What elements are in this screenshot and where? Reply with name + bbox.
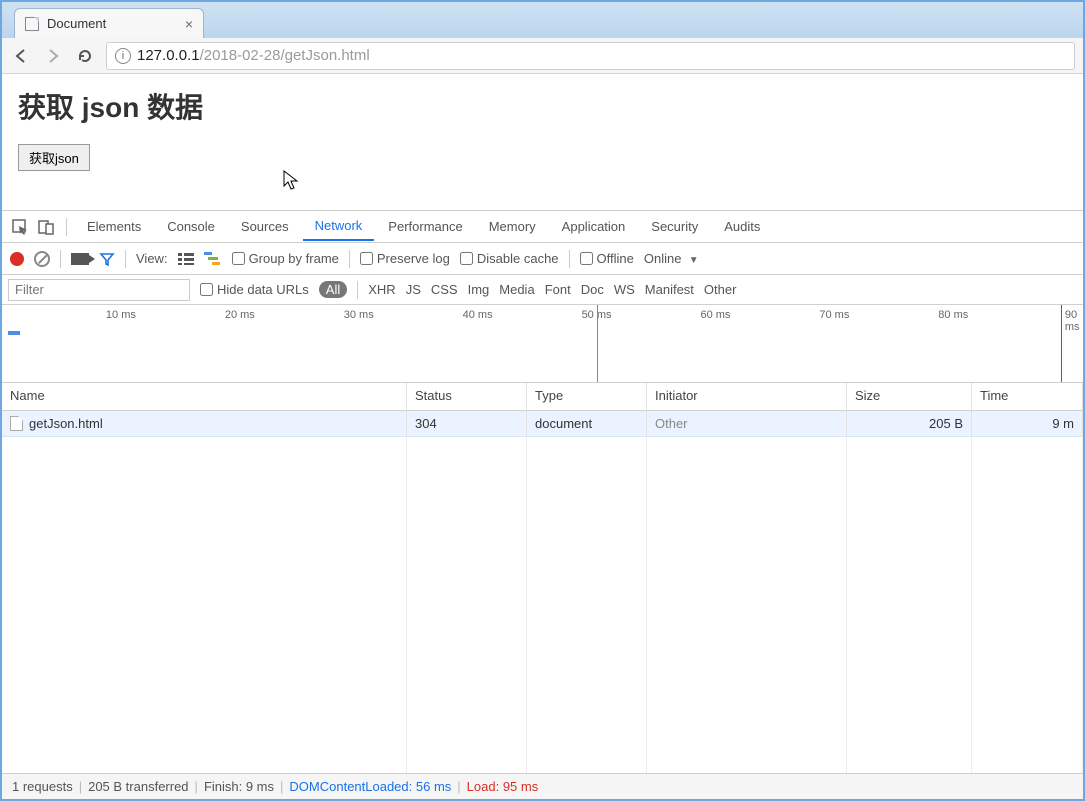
tab-application[interactable]: Application (550, 213, 638, 240)
tab-security[interactable]: Security (639, 213, 710, 240)
cell-time: 9 m (972, 411, 1083, 436)
document-icon (10, 416, 23, 431)
network-filter-bar: Hide data URLs All XHR JS CSS Img Media … (2, 275, 1083, 305)
filter-css[interactable]: CSS (431, 282, 458, 297)
url-host: 127.0.0.1 (137, 47, 200, 64)
waterfall-view-icon[interactable] (204, 252, 222, 266)
cell-size: 205 B (847, 411, 972, 436)
filter-toggle-icon[interactable] (99, 251, 115, 267)
cell-type: document (527, 411, 647, 436)
tab-audits[interactable]: Audits (712, 213, 772, 240)
tab-console[interactable]: Console (155, 213, 227, 240)
reload-button[interactable] (74, 45, 96, 67)
forward-button[interactable] (42, 45, 64, 67)
cell-initiator: Other (647, 411, 847, 436)
network-request-table: Name Status Type Initiator Size Time get… (2, 383, 1083, 773)
table-row[interactable]: getJson.html 304 document Other 205 B 9 … (2, 411, 1083, 437)
network-timeline[interactable]: 10 ms 20 ms 30 ms 40 ms 50 ms 60 ms 70 m… (2, 305, 1083, 383)
filter-ws[interactable]: WS (614, 282, 635, 297)
sb-transferred: 205 B transferred (88, 779, 188, 794)
large-rows-icon[interactable] (178, 253, 194, 265)
tab-title: Document (47, 16, 106, 31)
preserve-log-checkbox[interactable]: Preserve log (360, 251, 450, 266)
devtools-tabbar: Elements Console Sources Network Perform… (2, 211, 1083, 243)
clear-button[interactable] (34, 251, 50, 267)
url-path: /2018-02-28/getJson.html (200, 47, 370, 64)
network-status-bar: 1 requests | 205 B transferred | Finish:… (2, 773, 1083, 799)
devtools-panel: Elements Console Sources Network Perform… (2, 210, 1083, 799)
filter-other[interactable]: Other (704, 282, 737, 297)
tab-elements[interactable]: Elements (75, 213, 153, 240)
filter-js[interactable]: JS (406, 282, 421, 297)
site-info-icon[interactable]: i (115, 48, 131, 64)
filter-doc[interactable]: Doc (581, 282, 604, 297)
col-name[interactable]: Name (2, 383, 407, 410)
fetch-json-button[interactable]: 获取json (18, 144, 90, 171)
cell-status: 304 (407, 411, 527, 436)
sb-load: Load: 95 ms (467, 779, 539, 794)
page-icon (25, 17, 39, 31)
tab-network[interactable]: Network (303, 212, 375, 241)
filter-xhr[interactable]: XHR (368, 282, 395, 297)
inspect-element-icon[interactable] (8, 215, 32, 239)
page-content: 获取 json 数据 获取json (2, 74, 1083, 210)
filter-font[interactable]: Font (545, 282, 571, 297)
hide-data-urls-checkbox[interactable]: Hide data URLs (200, 282, 309, 297)
network-toolbar: View: Group by frame Preserve log Disabl… (2, 243, 1083, 275)
disable-cache-checkbox[interactable]: Disable cache (460, 251, 559, 266)
timeline-request-bar (8, 331, 20, 335)
load-marker (1061, 305, 1062, 382)
col-time[interactable]: Time (972, 383, 1083, 410)
table-header-row: Name Status Type Initiator Size Time (2, 383, 1083, 411)
page-heading: 获取 json 数据 (18, 86, 1067, 126)
filter-input[interactable] (8, 279, 190, 301)
filter-img[interactable]: Img (468, 282, 490, 297)
screenshot-icon[interactable] (71, 253, 89, 265)
address-bar: i 127.0.0.1/2018-02-28/getJson.html (2, 38, 1083, 74)
filter-media[interactable]: Media (499, 282, 534, 297)
group-by-frame-checkbox[interactable]: Group by frame (232, 251, 339, 266)
toggle-device-icon[interactable] (34, 215, 58, 239)
back-button[interactable] (10, 45, 32, 67)
col-type[interactable]: Type (527, 383, 647, 410)
filter-manifest[interactable]: Manifest (645, 282, 694, 297)
browser-tab[interactable]: Document × (14, 8, 204, 38)
sb-requests: 1 requests (12, 779, 73, 794)
view-label: View: (136, 251, 168, 266)
sb-finish: Finish: 9 ms (204, 779, 274, 794)
tab-memory[interactable]: Memory (477, 213, 548, 240)
url-input[interactable]: i 127.0.0.1/2018-02-28/getJson.html (106, 42, 1075, 70)
chevron-down-icon: ▼ (689, 255, 699, 266)
throttling-select[interactable]: Online ▼ (644, 251, 699, 266)
dcl-marker (597, 305, 598, 382)
sb-dcl: DOMContentLoaded: 56 ms (289, 779, 451, 794)
col-status[interactable]: Status (407, 383, 527, 410)
close-tab-icon[interactable]: × (185, 16, 193, 32)
offline-checkbox[interactable]: Offline (580, 251, 634, 266)
tab-performance[interactable]: Performance (376, 213, 474, 240)
record-button[interactable] (10, 252, 24, 266)
browser-tabstrip: Document × (2, 2, 1083, 38)
col-initiator[interactable]: Initiator (647, 383, 847, 410)
cell-name: getJson.html (2, 411, 407, 436)
col-size[interactable]: Size (847, 383, 972, 410)
tab-sources[interactable]: Sources (229, 213, 301, 240)
filter-all[interactable]: All (319, 281, 347, 298)
